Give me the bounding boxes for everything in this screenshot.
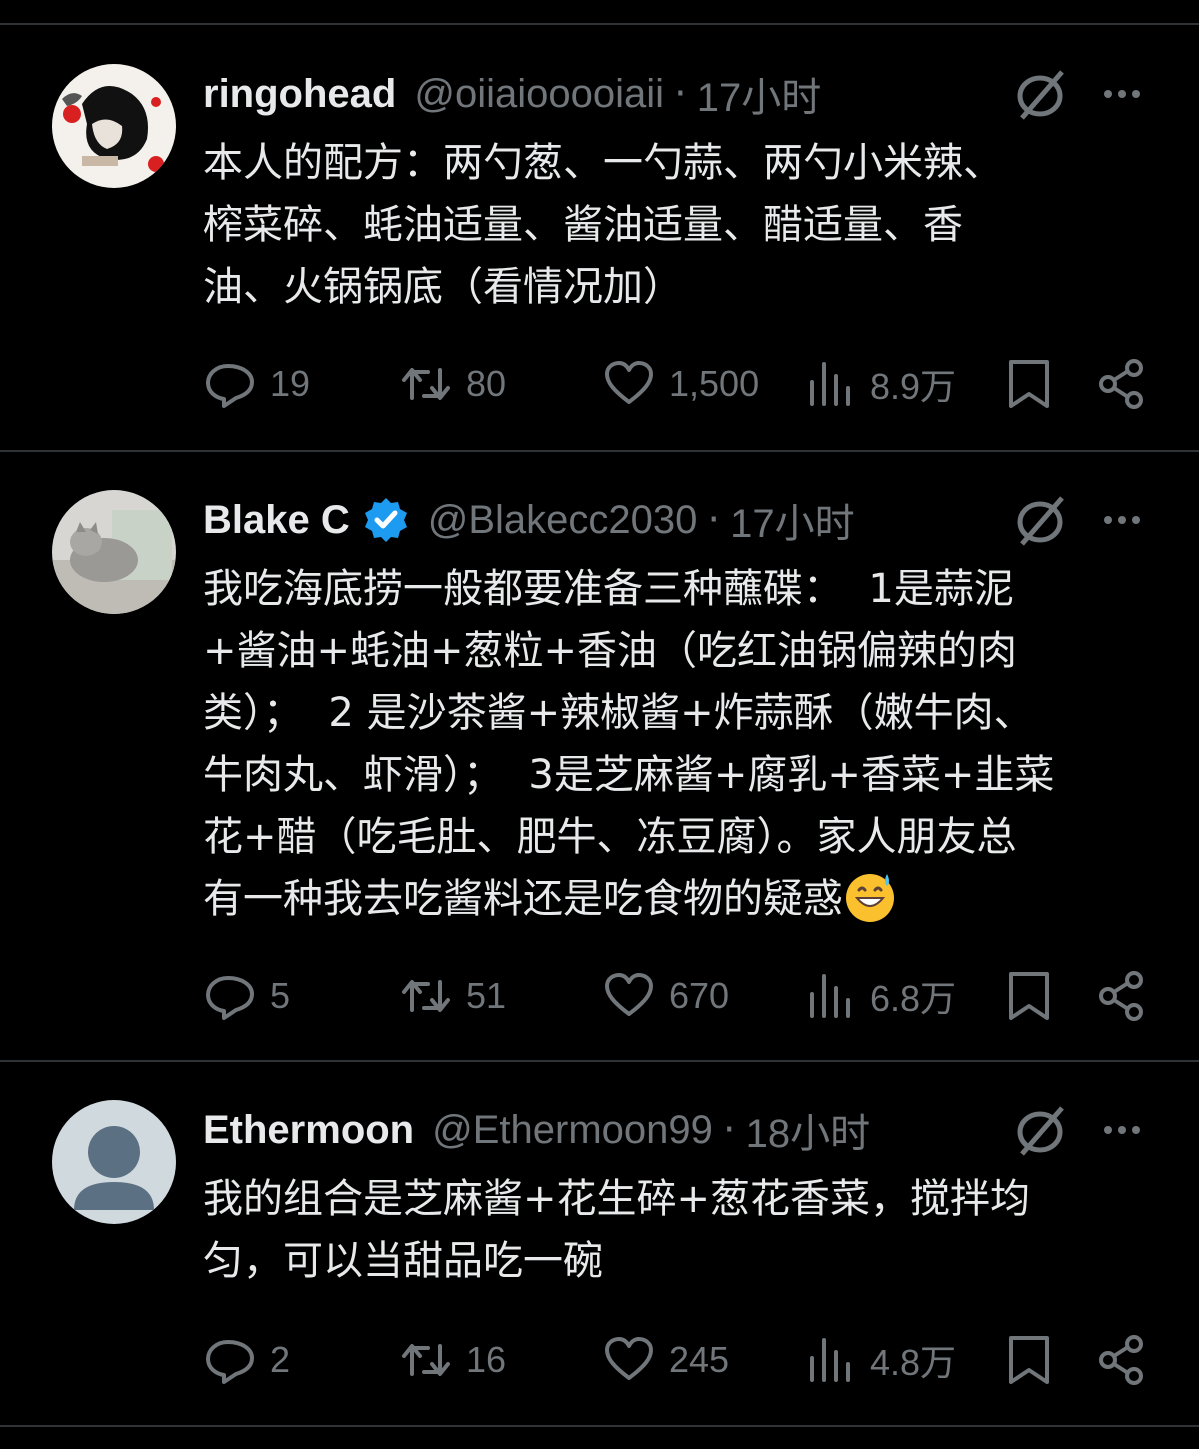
timestamp[interactable]: 17小时 (697, 65, 822, 123)
share-icon[interactable] (1096, 1334, 1148, 1386)
like-icon (605, 361, 653, 404)
user-handle[interactable]: @Blakecc2030 (428, 498, 698, 543)
grok-icon[interactable] (1012, 1102, 1068, 1158)
like-button[interactable]: 670 (603, 966, 729, 1026)
reply-count: 19 (270, 363, 311, 404)
tweet-text: 我吃海底捞一般都要准备三种蘸碟： 1是蒜泥 +酱油+蚝油+葱粒+香油（吃红油锅偏… (203, 558, 1163, 930)
retweet-button[interactable]: 16 (400, 1330, 506, 1390)
tweet-text: 本人的配方：两勺葱、一勺蒜、两勺小米辣、 榨菜碎、蚝油适量、酱油适量、醋适量、香… (203, 140, 1003, 310)
action-bar: 5 51 670 6.8万 (0, 966, 1199, 1026)
reply-button[interactable]: 2 (204, 1330, 290, 1390)
tweet-header: Ethermoon @Ethermoon99 · 18小时 (203, 1098, 870, 1162)
share-icon[interactable] (1096, 970, 1148, 1022)
user-handle[interactable]: @oiiaiooooiaii (414, 72, 664, 117)
views-icon (810, 974, 850, 1018)
reply-count: 2 (270, 1339, 291, 1380)
grok-icon[interactable] (1012, 492, 1068, 548)
divider (0, 1060, 1199, 1062)
tweet-text-body: 我吃海底捞一般都要准备三种蘸碟： 1是蒜泥 +酱油+蚝油+葱粒+香油（吃红油锅偏… (203, 566, 1055, 922)
retweet-icon (402, 980, 450, 1012)
divider (0, 23, 1199, 25)
display-name[interactable]: ringohead (203, 72, 396, 117)
views-count: 6.8万 (870, 978, 957, 1019)
bookmark-icon[interactable] (1003, 1334, 1055, 1386)
avatar-blake-c[interactable] (52, 490, 176, 614)
timestamp[interactable]: 17小时 (730, 491, 855, 549)
display-name[interactable]: Blake C (203, 498, 350, 543)
retweet-count: 80 (466, 363, 507, 404)
user-handle[interactable]: @Ethermoon99 (432, 1108, 713, 1153)
views-icon (810, 362, 850, 406)
display-name[interactable]: Ethermoon (203, 1108, 414, 1153)
grinning-face-with-sweat-emoji (846, 874, 894, 922)
reply-button[interactable]: 5 (204, 966, 290, 1026)
verified-badge-icon (364, 498, 407, 542)
like-icon (605, 1337, 653, 1380)
action-bar: 2 16 245 4.8万 (0, 1330, 1199, 1390)
divider (0, 450, 1199, 452)
retweet-count: 51 (466, 975, 507, 1016)
retweet-count: 16 (466, 1339, 507, 1380)
retweet-icon (402, 368, 450, 400)
tweet-text: 我的组合是芝麻酱+花生碎+葱花香菜，搅拌均 匀，可以当甜品吃一碗 (203, 1176, 1031, 1284)
views-count: 4.8万 (870, 1342, 957, 1383)
views-button[interactable]: 4.8万 (804, 1330, 956, 1390)
avatar-ringohead[interactable] (52, 64, 176, 188)
reply-icon (206, 364, 254, 408)
like-count: 1,500 (669, 363, 760, 404)
grok-icon[interactable] (1012, 66, 1068, 122)
timestamp[interactable]: 18小时 (746, 1101, 871, 1159)
separator-dot: · (707, 497, 721, 543)
bookmark-icon[interactable] (1003, 970, 1055, 1022)
retweet-button[interactable]: 51 (400, 966, 506, 1026)
like-count: 670 (669, 975, 730, 1016)
separator-dot: · (722, 1107, 736, 1153)
views-button[interactable]: 8.9万 (804, 354, 956, 414)
reply-icon (206, 1340, 254, 1384)
views-button[interactable]: 6.8万 (804, 966, 956, 1026)
avatar-ethermoon[interactable] (52, 1100, 176, 1224)
more-icon[interactable] (1098, 70, 1146, 118)
separator-dot: · (674, 71, 687, 117)
like-icon (605, 973, 653, 1016)
more-icon[interactable] (1098, 1106, 1146, 1154)
views-icon (810, 1338, 850, 1382)
like-button[interactable]: 245 (603, 1330, 729, 1390)
retweet-icon (402, 1344, 450, 1376)
reply-icon (206, 976, 254, 1020)
views-count: 8.9万 (870, 366, 957, 407)
like-button[interactable]: 1,500 (603, 354, 759, 414)
tweet-header: ringohead @oiiaiooooiaii · 17小时 (203, 62, 821, 126)
divider (0, 1425, 1199, 1427)
action-bar: 19 80 1,500 8.9万 (0, 354, 1199, 414)
reply-button[interactable]: 19 (204, 354, 310, 414)
retweet-button[interactable]: 80 (400, 354, 506, 414)
like-count: 245 (669, 1339, 730, 1380)
reply-count: 5 (270, 975, 291, 1016)
share-icon[interactable] (1096, 358, 1148, 410)
bookmark-icon[interactable] (1003, 358, 1055, 410)
more-icon[interactable] (1098, 496, 1146, 544)
tweet-header: Blake C @Blakecc2030 · 17小时 (203, 488, 855, 552)
